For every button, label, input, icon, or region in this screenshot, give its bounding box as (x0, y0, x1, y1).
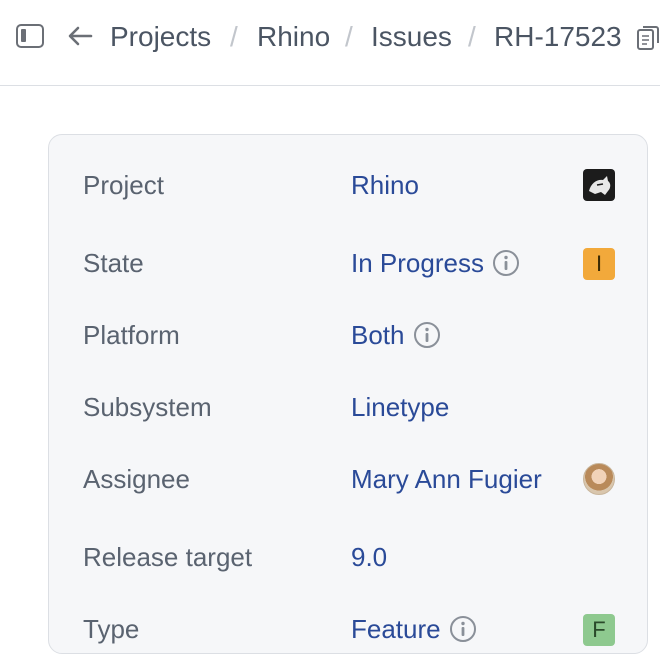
field-value-assignee[interactable]: Mary Ann Fugier (351, 459, 542, 499)
field-value-text[interactable]: 9.0 (351, 537, 387, 577)
field-value-platform[interactable]: Both (351, 315, 441, 355)
breadcrumb-projects[interactable]: Projects (110, 20, 211, 54)
breadcrumb-rhino[interactable]: Rhino (257, 20, 330, 54)
breadcrumb-separator: / (230, 21, 238, 52)
field-value-state[interactable]: In Progress (351, 243, 520, 283)
field-label: Project (83, 170, 164, 200)
field-row-release-target: Release target 9.0 (49, 537, 649, 577)
field-label: Type (83, 614, 140, 644)
field-value-text[interactable]: Both (351, 315, 405, 355)
top-bar: Projects / Rhino / Issues / RH-17523 (0, 0, 660, 86)
issue-fields-panel: Project Rhino State In Progress I Platfo… (48, 134, 648, 654)
field-row-type: Type Feature F (49, 609, 649, 649)
project-logo-icon (583, 169, 615, 201)
breadcrumb-separator: / (468, 21, 476, 52)
field-row-assignee: Assignee Mary Ann Fugier (49, 459, 649, 499)
field-label: State (83, 248, 144, 278)
field-label: Platform (83, 320, 180, 350)
info-icon[interactable] (413, 321, 441, 349)
field-value-text[interactable]: In Progress (351, 243, 484, 283)
field-value-subsystem[interactable]: Linetype (351, 387, 449, 427)
breadcrumb-issue-id: RH-17523 (494, 21, 622, 52)
field-row-state: State In Progress I (49, 243, 649, 283)
back-arrow-icon[interactable] (66, 22, 94, 50)
info-icon[interactable] (492, 249, 520, 277)
field-value-text[interactable]: Feature (351, 609, 441, 649)
field-value-text[interactable]: Mary Ann Fugier (351, 459, 542, 499)
field-label: Subsystem (83, 392, 212, 422)
field-value-project[interactable]: Rhino (351, 165, 419, 205)
breadcrumb-separator: / (345, 21, 353, 52)
avatar (583, 463, 615, 495)
copy-icon[interactable] (636, 24, 660, 52)
state-badge: I (583, 248, 615, 280)
sidebar-toggle-icon[interactable] (16, 24, 44, 48)
field-label: Assignee (83, 464, 190, 494)
field-value-text[interactable]: Rhino (351, 165, 419, 205)
field-value-text[interactable]: Linetype (351, 387, 449, 427)
type-badge: F (583, 614, 615, 646)
breadcrumb-issues[interactable]: Issues (371, 20, 452, 54)
field-row-platform: Platform Both (49, 315, 649, 355)
field-row-project: Project Rhino (49, 165, 649, 205)
field-row-subsystem: Subsystem Linetype (49, 387, 649, 427)
field-value-type[interactable]: Feature (351, 609, 477, 649)
info-icon[interactable] (449, 615, 477, 643)
field-label: Release target (83, 542, 253, 572)
field-value-release-target[interactable]: 9.0 (351, 537, 387, 577)
